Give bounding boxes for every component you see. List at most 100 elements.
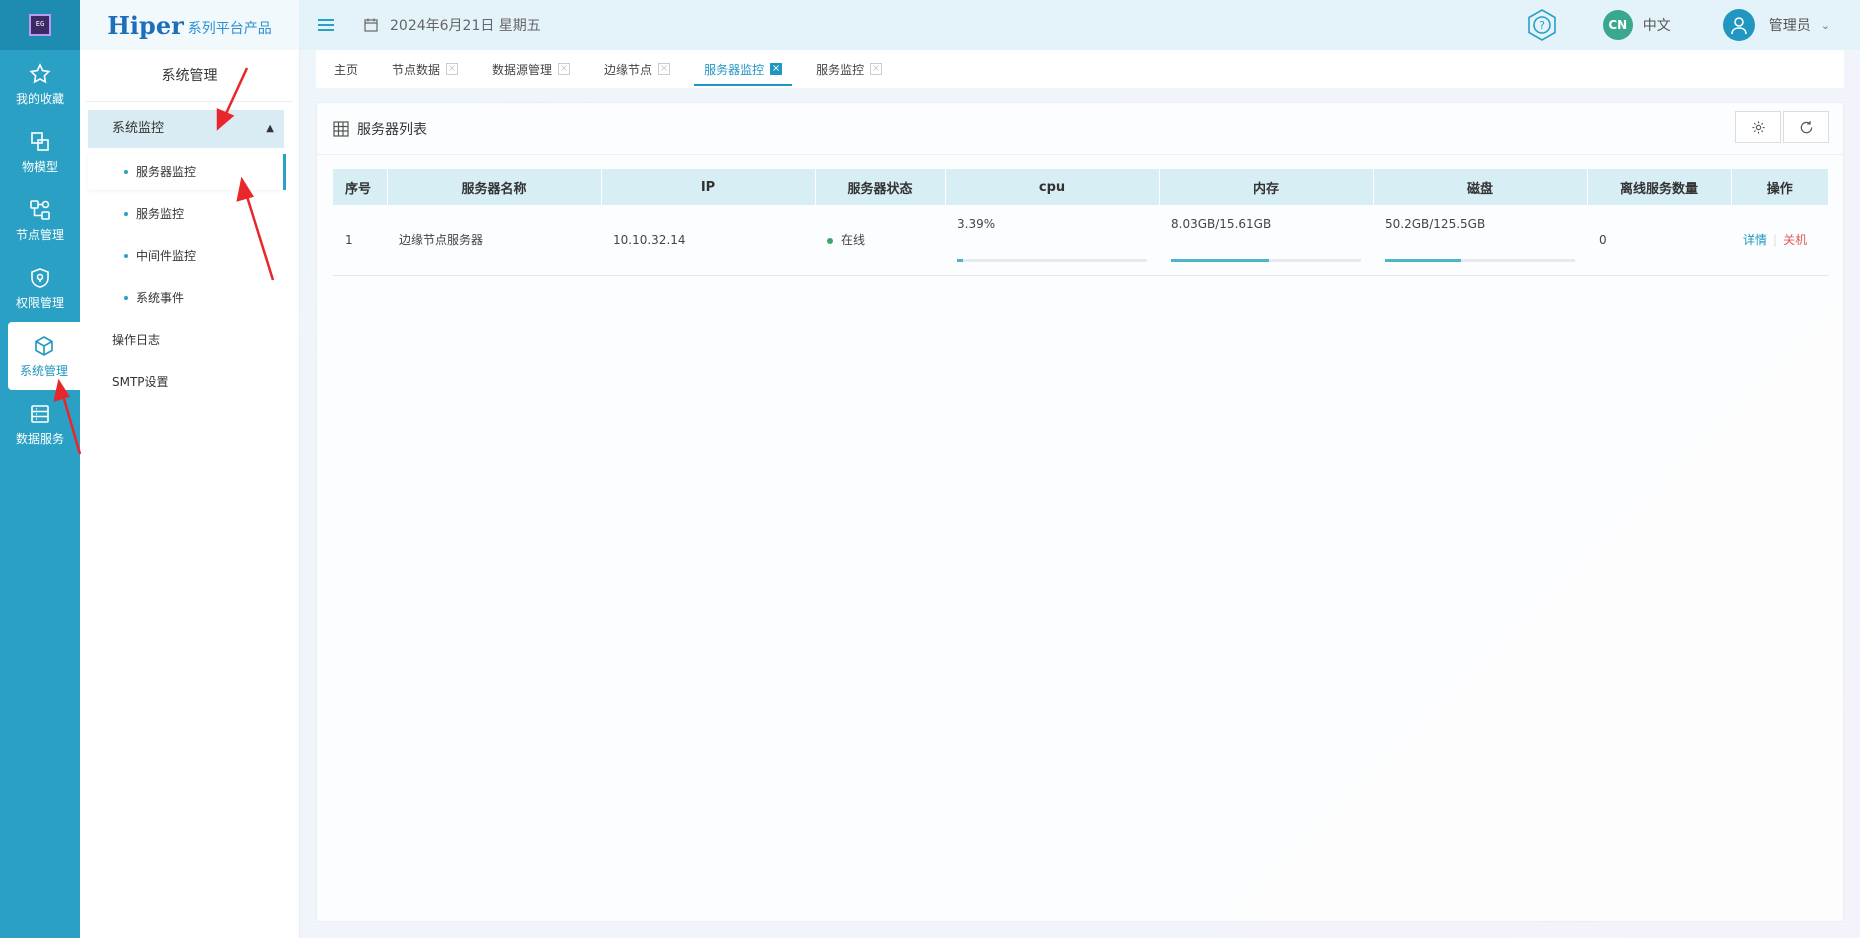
rail-item-permissions[interactable]: 权限管理 — [0, 254, 80, 322]
table-header-row: 序号 服务器名称 IP 服务器状态 cpu 内存 磁盘 离线服务数量 操作 — [333, 169, 1829, 205]
disk-progress-bar — [1385, 259, 1575, 262]
tab-home[interactable]: 主页 — [324, 50, 368, 88]
memory-progress-fill — [1171, 259, 1269, 262]
close-icon[interactable]: × — [446, 63, 459, 75]
settings-button[interactable] — [1735, 111, 1781, 143]
sidebar-item-service-monitor[interactable]: 服务监控 — [88, 196, 284, 232]
cell-ip: 10.10.32.14 — [601, 205, 815, 276]
model-icon — [31, 131, 49, 151]
card-header: 服务器列表 — [317, 103, 1843, 155]
cpu-value: 3.39% — [957, 217, 996, 231]
tab-datasource[interactable]: 数据源管理 × — [482, 50, 580, 88]
tab-server-monitor[interactable]: 服务器监控 × — [694, 50, 793, 88]
language-label[interactable]: 中文 — [1643, 15, 1671, 35]
detail-link[interactable]: 详情 — [1743, 233, 1767, 247]
gear-icon — [1751, 120, 1765, 134]
rail-item-label: 物模型 — [21, 159, 58, 174]
svg-text:?: ? — [1539, 19, 1545, 32]
cell-name: 边缘节点服务器 — [387, 205, 601, 276]
brand-sub: 系列平台产品 — [187, 21, 272, 37]
app-logo[interactable]: EG — [0, 0, 80, 50]
avatar[interactable] — [1722, 9, 1755, 41]
sidebar-item-server-monitor[interactable]: 服务器监控 — [88, 154, 286, 190]
col-header-disk: 磁盘 — [1373, 169, 1588, 205]
menu-toggle-icon[interactable] — [318, 19, 334, 31]
col-header-index: 序号 — [333, 169, 388, 205]
refresh-icon — [1800, 120, 1812, 133]
cell-disk: 50.2GB/125.5GB — [1373, 205, 1587, 276]
icon-rail: EG 我的收藏 物模型 节点管理 权限管理 系统管理 数据服务 — [0, 0, 80, 938]
logo-icon: EG — [29, 14, 51, 36]
sidebar-title: 系统管理 — [86, 50, 293, 102]
tab-label: 边缘节点 — [604, 62, 653, 77]
sidebar-group-label: 系统监控 — [112, 121, 165, 136]
tab-label: 服务监控 — [816, 62, 865, 77]
refresh-button[interactable] — [1783, 111, 1829, 143]
rail-item-system[interactable]: 系统管理 — [8, 322, 80, 390]
close-icon[interactable]: × — [870, 63, 883, 75]
language-badge[interactable]: CN — [1602, 10, 1633, 40]
database-icon — [31, 404, 49, 423]
shield-icon — [31, 267, 49, 288]
sidebar-item-middleware-monitor[interactable]: 中间件监控 — [88, 238, 284, 274]
cell-actions: 详情 | 关机 — [1731, 205, 1829, 276]
sidebar-group-system-monitor[interactable]: 系统监控 ▲ — [88, 110, 284, 148]
date-text: 2024年6月21日 星期五 — [390, 18, 541, 34]
close-icon[interactable]: × — [658, 63, 671, 75]
tab-edge-node[interactable]: 边缘节点 × — [594, 50, 680, 88]
user-icon — [1730, 17, 1747, 35]
tab-label: 节点数据 — [392, 62, 441, 77]
node-icon — [30, 199, 50, 220]
star-icon — [29, 62, 51, 83]
close-icon[interactable]: × — [558, 63, 571, 75]
date-display: 2024年6月21日 星期五 — [364, 15, 541, 35]
memory-progress-bar — [1171, 259, 1361, 262]
tab-service-monitor[interactable]: 服务监控 × — [806, 50, 892, 88]
tab-label: 数据源管理 — [492, 62, 553, 77]
help-icon[interactable]: ? — [1525, 8, 1559, 42]
brand-logo: Hiper 系列平台产品 — [80, 0, 299, 50]
cell-offline-count: 0 — [1587, 205, 1731, 276]
sidebar-item-operation-log[interactable]: 操作日志 — [88, 322, 284, 358]
status-dot-icon — [827, 237, 833, 244]
disk-value: 50.2GB/125.5GB — [1385, 217, 1486, 231]
tab-node-data[interactable]: 节点数据 × — [382, 50, 468, 88]
server-table: 序号 服务器名称 IP 服务器状态 cpu 内存 磁盘 离线服务数量 操作 1 … — [333, 169, 1829, 276]
rail-item-label: 系统管理 — [19, 363, 68, 378]
cell-cpu: 3.39% — [945, 205, 1159, 276]
sidebar-item-smtp-settings[interactable]: SMTP设置 — [88, 364, 284, 400]
tab-label: 主页 — [334, 62, 359, 77]
chevron-down-icon[interactable]: ⌄ — [1821, 19, 1830, 32]
col-header-ip: IP — [601, 169, 816, 205]
col-header-memory: 内存 — [1159, 169, 1374, 205]
secondary-sidebar: Hiper 系列平台产品 系统管理 系统监控 ▲ 服务器监控 服务监控 中间件监… — [80, 0, 300, 938]
shutdown-link[interactable]: 关机 — [1783, 233, 1807, 247]
page-tabs: 主页 节点数据 × 数据源管理 × 边缘节点 × 服务器监控 × 服务监控 × — [316, 50, 1844, 88]
col-header-status: 服务器状态 — [815, 169, 946, 205]
server-list-card: 服务器列表 序号 服务器名称 IP 服务器状态 cpu 内存 磁盘 离线服务数量… — [316, 102, 1844, 922]
cpu-progress-bar — [957, 259, 1147, 262]
chevron-up-icon: ▲ — [266, 123, 274, 134]
col-header-actions: 操作 — [1731, 169, 1829, 205]
rail-item-data-service[interactable]: 数据服务 — [0, 390, 80, 458]
card-title: 服务器列表 — [357, 121, 427, 138]
calendar-icon — [364, 18, 378, 32]
user-name[interactable]: 管理员 — [1769, 15, 1811, 35]
col-header-cpu: cpu — [945, 169, 1160, 205]
disk-progress-fill — [1385, 259, 1461, 262]
action-separator: | — [1773, 233, 1778, 248]
rail-item-nodes[interactable]: 节点管理 — [0, 186, 80, 254]
cell-memory: 8.03GB/15.61GB — [1159, 205, 1373, 276]
cpu-progress-fill — [957, 259, 964, 262]
rail-item-label: 数据服务 — [15, 431, 64, 446]
status-text: 在线 — [841, 233, 866, 248]
close-icon[interactable]: × — [770, 63, 783, 75]
sidebar-item-system-events[interactable]: 系统事件 — [88, 280, 284, 316]
top-bar: 2024年6月21日 星期五 ? CN 中文 管理员 ⌄ — [300, 0, 1860, 50]
rail-item-favorites[interactable]: 我的收藏 — [0, 50, 80, 118]
col-header-offline: 离线服务数量 — [1587, 169, 1732, 205]
rail-item-model[interactable]: 物模型 — [0, 118, 80, 186]
cube-icon — [35, 335, 53, 356]
col-header-name: 服务器名称 — [387, 169, 602, 205]
table-icon — [333, 120, 349, 137]
